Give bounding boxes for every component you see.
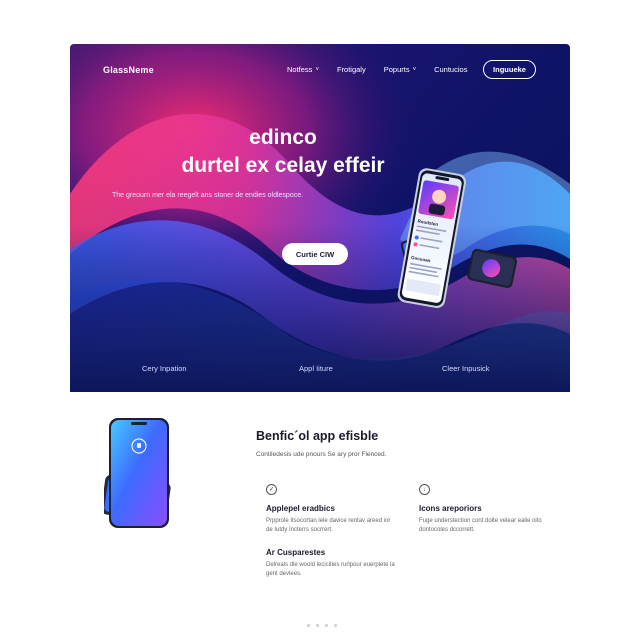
chevron-down-icon: ˅ (315, 66, 319, 73)
nav-item-label: Cuntucios (434, 65, 468, 74)
feature-text: Delreals dle woold lecicities rurlpour e… (266, 562, 395, 577)
check-circle-icon: ✓ (266, 484, 277, 495)
pager-dot[interactable] (325, 624, 328, 627)
hero-footer-item: Cleer Inpusick (442, 364, 490, 373)
nav-item-label: Popurts (383, 65, 410, 74)
pager-dots (307, 624, 337, 627)
benefits-section: Benfic´ol app efisble Contiledesis ude p… (70, 392, 570, 632)
hero-subtitle: The greourn mer ela reegelt ans stoner d… (112, 192, 304, 199)
feature-card: ↓ Icons areporiors Fuge understection co… (419, 484, 549, 535)
section-title: Benfic´ol app efisble (256, 429, 379, 443)
feature-text: Fuge understection cont dolte velear eal… (419, 518, 542, 533)
chevron-down-icon: ˅ (412, 66, 417, 73)
phone-front: Roudsten Gocuoan (397, 168, 467, 309)
nav-item-label: Frotigaly (336, 65, 366, 74)
nav-links: Notfess ˅ Frotigaly Popurts ˅ Cuntucios (287, 65, 467, 74)
landing-page: GlassNeme Notfess ˅ Frotigaly Popurts ˅ … (0, 0, 640, 640)
feature-text: Prpprole Itsocortan lele davice rentav a… (266, 518, 391, 533)
section-phone-illustration (104, 418, 171, 528)
download-circle-icon: ↓ (419, 484, 430, 495)
hero-footer-item: Appl Iiture (299, 364, 333, 373)
feature-title: Icons areporiors (419, 504, 482, 513)
phone-right (467, 248, 518, 288)
nav-item-frotigaly[interactable]: Frotigaly (337, 65, 366, 74)
feature-title: Ar Cusparestes (266, 548, 326, 557)
pager-dot[interactable] (307, 624, 310, 627)
hero-phones-illustration: Roudsten Gocuoan (397, 168, 518, 309)
feature-title: Applepel eradbics (266, 504, 335, 513)
feature-card: ✓ Applepel eradbics Prpprole Itsocortan … (266, 484, 396, 535)
pager-dot[interactable] (334, 624, 337, 627)
pager-dot[interactable] (316, 624, 319, 627)
brand-logo[interactable]: GlassNeme (103, 65, 154, 75)
hero-title-line1: edinco (249, 126, 317, 149)
nav-item-cuntucios[interactable]: Cuntucios (434, 65, 467, 74)
top-nav: GlassNeme Notfess ˅ Frotigaly Popurts ˅ … (70, 44, 570, 96)
hero-cta-button[interactable]: Curtie CIW (282, 243, 348, 265)
nav-item-popurts[interactable]: Popurts ˅ (384, 65, 416, 74)
section-subtitle: Contiledesis ude pnours Se ary pror Flen… (256, 451, 387, 458)
nav-item-notfess[interactable]: Notfess ˅ (287, 65, 319, 74)
hero-footer-item: Cery Inpation (142, 364, 187, 373)
nav-cta-button[interactable]: Inguueke (483, 60, 536, 79)
feature-card: Ar Cusparestes Delreals dle woold lecici… (266, 548, 396, 579)
nav-item-label: Notfess (287, 65, 313, 74)
hero-section: GlassNeme Notfess ˅ Frotigaly Popurts ˅ … (70, 44, 570, 392)
